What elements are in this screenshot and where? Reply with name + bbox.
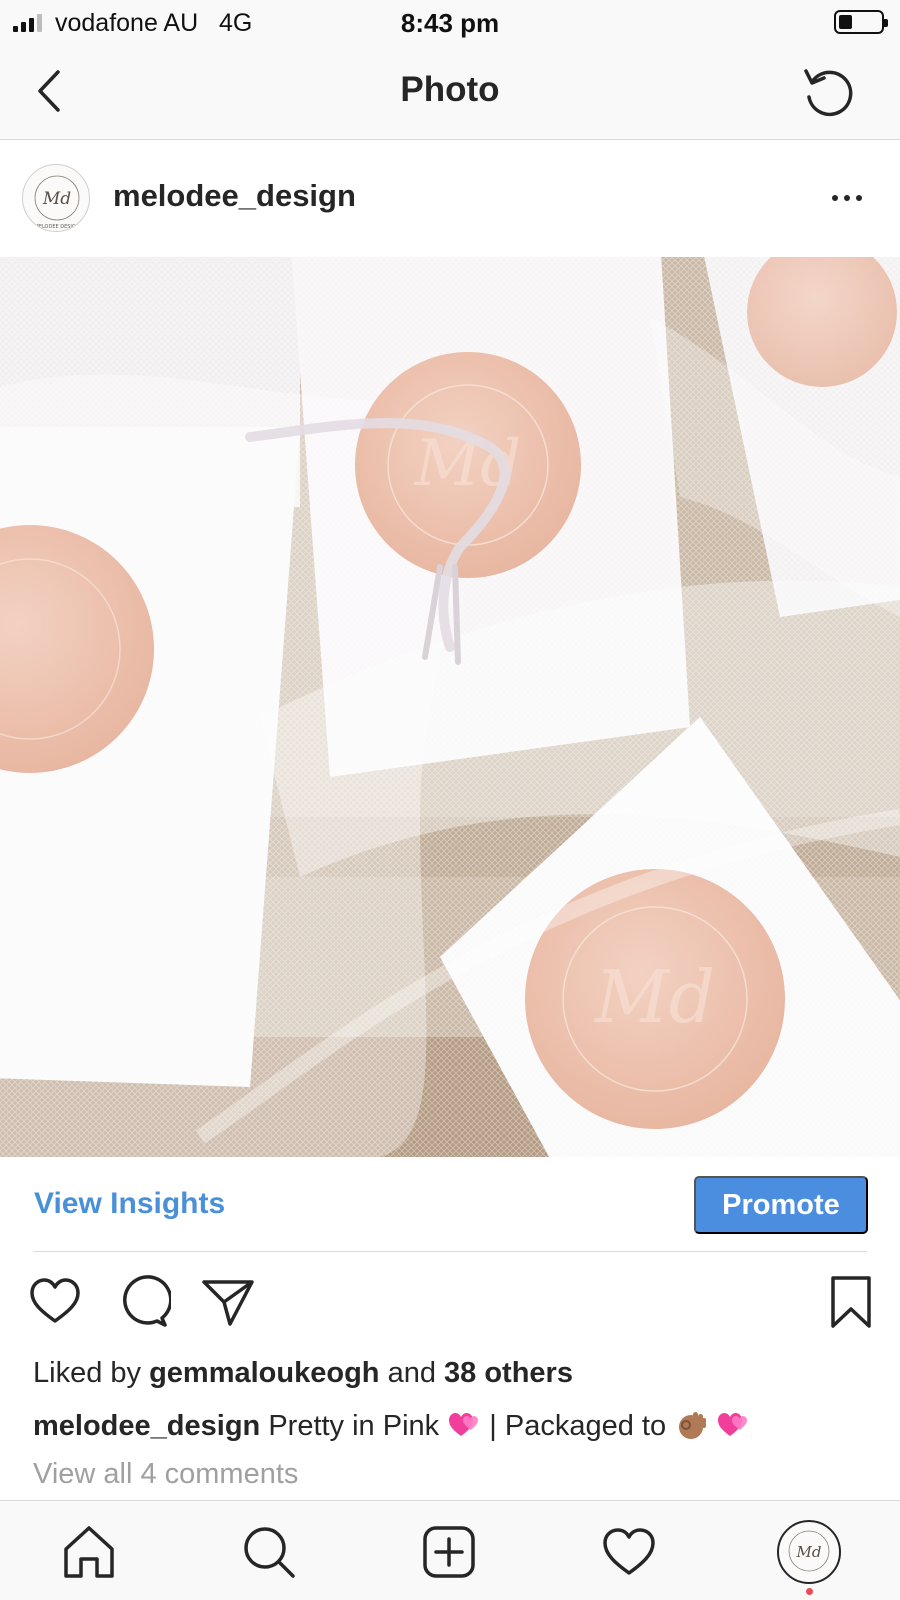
plus-square-icon: [423, 1526, 475, 1578]
caption-text: Pretty in Pink: [268, 1410, 440, 1442]
heart-icon: [603, 1528, 655, 1575]
photo-image: Md Md: [0, 257, 900, 1157]
more-horizontal-icon: [832, 195, 838, 201]
nav-header: Photo: [0, 46, 900, 140]
notification-dot: [806, 1588, 813, 1595]
post-caption: melodee_design Pretty in Pink | Packaged…: [33, 1408, 750, 1443]
promote-button[interactable]: Promote: [694, 1176, 868, 1234]
heart-icon: [30, 1278, 80, 1323]
post-photo[interactable]: Md Md: [0, 257, 900, 1157]
page-title: Photo: [400, 70, 500, 109]
status-time: 8:43 pm: [400, 8, 500, 38]
like-button[interactable]: [27, 1274, 83, 1330]
comment-icon: [123, 1275, 171, 1327]
brand-logo: Md MELODEE DESIGN: [34, 175, 80, 230]
insights-row: View Insights Promote: [0, 1157, 900, 1251]
likes-others-link[interactable]: 38 others: [444, 1357, 573, 1389]
caption-text-2: | Packaged to: [489, 1410, 667, 1442]
home-icon: [64, 1526, 114, 1578]
avatar[interactable]: Md MELODEE DESIGN: [22, 164, 90, 232]
post-header: Md MELODEE DESIGN melodee_design: [0, 140, 900, 257]
battery-icon: [834, 10, 888, 34]
avatar: Md: [788, 1530, 830, 1572]
status-bar: vodafone AU 4G 8:43 pm: [0, 0, 900, 46]
view-comments-link[interactable]: View all 4 comments: [33, 1458, 298, 1491]
refresh-button[interactable]: [800, 62, 858, 120]
send-icon: [202, 1280, 254, 1326]
rotate-ccw-icon: [804, 69, 853, 117]
post-username[interactable]: melodee_design: [113, 178, 356, 214]
tab-new-post[interactable]: [420, 1523, 478, 1581]
search-icon: [244, 1527, 295, 1578]
liked-by-user[interactable]: gemmaloukeogh: [149, 1357, 379, 1389]
more-options-button[interactable]: [832, 188, 872, 208]
two-hearts-emoji-icon: [449, 1413, 479, 1436]
two-hearts-emoji-icon: [718, 1413, 748, 1436]
tab-search[interactable]: [240, 1523, 298, 1581]
tab-profile[interactable]: Md: [777, 1520, 841, 1584]
svg-text:Md: Md: [593, 955, 715, 1039]
caption-username[interactable]: melodee_design: [33, 1410, 260, 1442]
view-insights-link[interactable]: View Insights: [34, 1187, 225, 1221]
save-button[interactable]: [823, 1274, 879, 1330]
likes-prefix: Liked by: [33, 1357, 142, 1389]
share-button[interactable]: [200, 1274, 256, 1330]
post-actions: [0, 1252, 900, 1352]
bookmark-icon: [831, 1276, 871, 1328]
avatar-monogram: Md: [796, 1543, 822, 1561]
ok-hand-emoji-icon: [679, 1412, 707, 1439]
avatar-ring-text: MELODEE DESIGN: [34, 224, 79, 230]
comment-button[interactable]: [115, 1274, 171, 1330]
tab-activity[interactable]: [600, 1523, 658, 1581]
avatar-monogram: Md: [42, 189, 71, 209]
likes-summary: Liked by gemmaloukeogh and 38 others: [33, 1357, 573, 1390]
bottom-tab-bar: Md: [0, 1500, 900, 1600]
likes-joiner: and: [387, 1357, 436, 1389]
tab-home[interactable]: [60, 1523, 118, 1581]
